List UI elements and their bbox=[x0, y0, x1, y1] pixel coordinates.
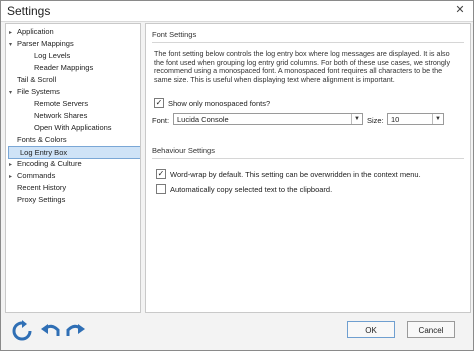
footer-bar: OK Cancel bbox=[1, 313, 473, 350]
tree-item-label: Encoding & Culture bbox=[17, 159, 82, 168]
monospaced-checkbox-box[interactable]: ✓ bbox=[154, 98, 164, 108]
tree-item-label: Reader Mappings bbox=[34, 63, 94, 72]
tree-item-label: Fonts & Colors bbox=[17, 135, 67, 144]
tree-item[interactable]: Recent History bbox=[6, 182, 66, 193]
tree-item[interactable]: Proxy Settings bbox=[6, 194, 65, 205]
ok-button[interactable]: OK bbox=[347, 321, 395, 338]
undo-icon[interactable] bbox=[39, 320, 60, 342]
size-select-value: 10 bbox=[391, 115, 400, 124]
tree-item[interactable]: Tail & Scroll bbox=[6, 74, 56, 85]
font-select[interactable]: Lucida Console ▼ bbox=[173, 113, 363, 125]
tree-item[interactable]: Remote Servers bbox=[6, 98, 88, 109]
monospaced-checkbox-label: Show only monospaced fonts? bbox=[168, 98, 271, 108]
tree-item-label: Log Entry Box bbox=[20, 148, 68, 157]
tree-item-label: Network Shares bbox=[34, 111, 88, 120]
font-settings-header: Font Settings bbox=[152, 30, 197, 39]
chevron-down-icon[interactable]: ▼ bbox=[351, 114, 362, 124]
font-label: Font: bbox=[152, 116, 170, 125]
size-label: Size: bbox=[367, 116, 384, 125]
tree-item[interactable]: ▾ File Systems bbox=[6, 86, 60, 97]
chevron-down-icon[interactable]: ▼ bbox=[432, 114, 443, 124]
behaviour-settings-header: Behaviour Settings bbox=[152, 146, 215, 155]
monospaced-checkbox[interactable]: ✓ Show only monospaced fonts? bbox=[154, 98, 270, 108]
behaviour-settings-divider bbox=[152, 158, 464, 159]
size-select[interactable]: 10 ▼ bbox=[387, 113, 444, 125]
title-bar: Settings ✕ bbox=[1, 1, 473, 22]
tree-item[interactable]: ▾ Parser Mappings bbox=[6, 38, 74, 49]
font-settings-divider bbox=[152, 42, 464, 43]
wordwrap-checkbox-box[interactable]: ✓ bbox=[156, 169, 166, 179]
tree-item[interactable]: ▸ Application bbox=[6, 26, 54, 37]
tree-item[interactable]: Fonts & Colors bbox=[6, 134, 67, 145]
wordwrap-checkbox-label: Word-wrap by default. This setting can b… bbox=[170, 169, 421, 179]
tree-item-label: Parser Mappings bbox=[17, 39, 74, 48]
close-icon[interactable]: ✕ bbox=[453, 5, 467, 16]
tree-item[interactable]: ▸ Encoding & Culture bbox=[6, 158, 82, 169]
settings-tree[interactable]: ▸ Application ▾ Parser Mappings Log Levels Re… bbox=[5, 23, 141, 313]
tree-item[interactable]: Network Shares bbox=[6, 110, 87, 121]
autocopy-checkbox-box[interactable] bbox=[156, 184, 166, 194]
settings-window: Settings ✕ ▸ Application ▾ Parser Mappings L… bbox=[0, 0, 474, 351]
settings-panel: Font Settings The font setting below con… bbox=[145, 23, 471, 313]
font-settings-description: The font setting below controls the log … bbox=[154, 49, 451, 84]
tree-item-label: File Systems bbox=[17, 87, 60, 96]
redo-icon[interactable] bbox=[65, 320, 85, 342]
reset-icon[interactable] bbox=[11, 320, 32, 342]
tree-item-label: Commands bbox=[17, 171, 56, 180]
autocopy-checkbox-label: Automatically copy selected text to the … bbox=[170, 184, 333, 194]
tree-item[interactable]: Open With Applications bbox=[6, 122, 112, 133]
tree-item-label: Proxy Settings bbox=[17, 195, 66, 204]
tree-item-label: Remote Servers bbox=[34, 99, 89, 108]
tree-item-label: Open With Applications bbox=[34, 123, 112, 132]
tree-item-label: Log Levels bbox=[34, 51, 71, 60]
tree-item[interactable]: Log Levels bbox=[6, 50, 70, 61]
window-title: Settings bbox=[7, 4, 51, 18]
wordwrap-checkbox[interactable]: ✓ Word-wrap by default. This setting can… bbox=[156, 169, 421, 179]
tree-item[interactable]: Reader Mappings bbox=[6, 62, 93, 73]
font-select-value: Lucida Console bbox=[177, 115, 229, 124]
tree-item-label: Recent History bbox=[17, 183, 67, 192]
tree-item-label: Tail & Scroll bbox=[17, 75, 57, 84]
tree-item-label: Application bbox=[17, 27, 54, 36]
tree-item[interactable]: ▸ Commands bbox=[6, 170, 55, 181]
cancel-button[interactable]: Cancel bbox=[407, 321, 455, 338]
autocopy-checkbox[interactable]: Automatically copy selected text to the … bbox=[156, 184, 332, 194]
